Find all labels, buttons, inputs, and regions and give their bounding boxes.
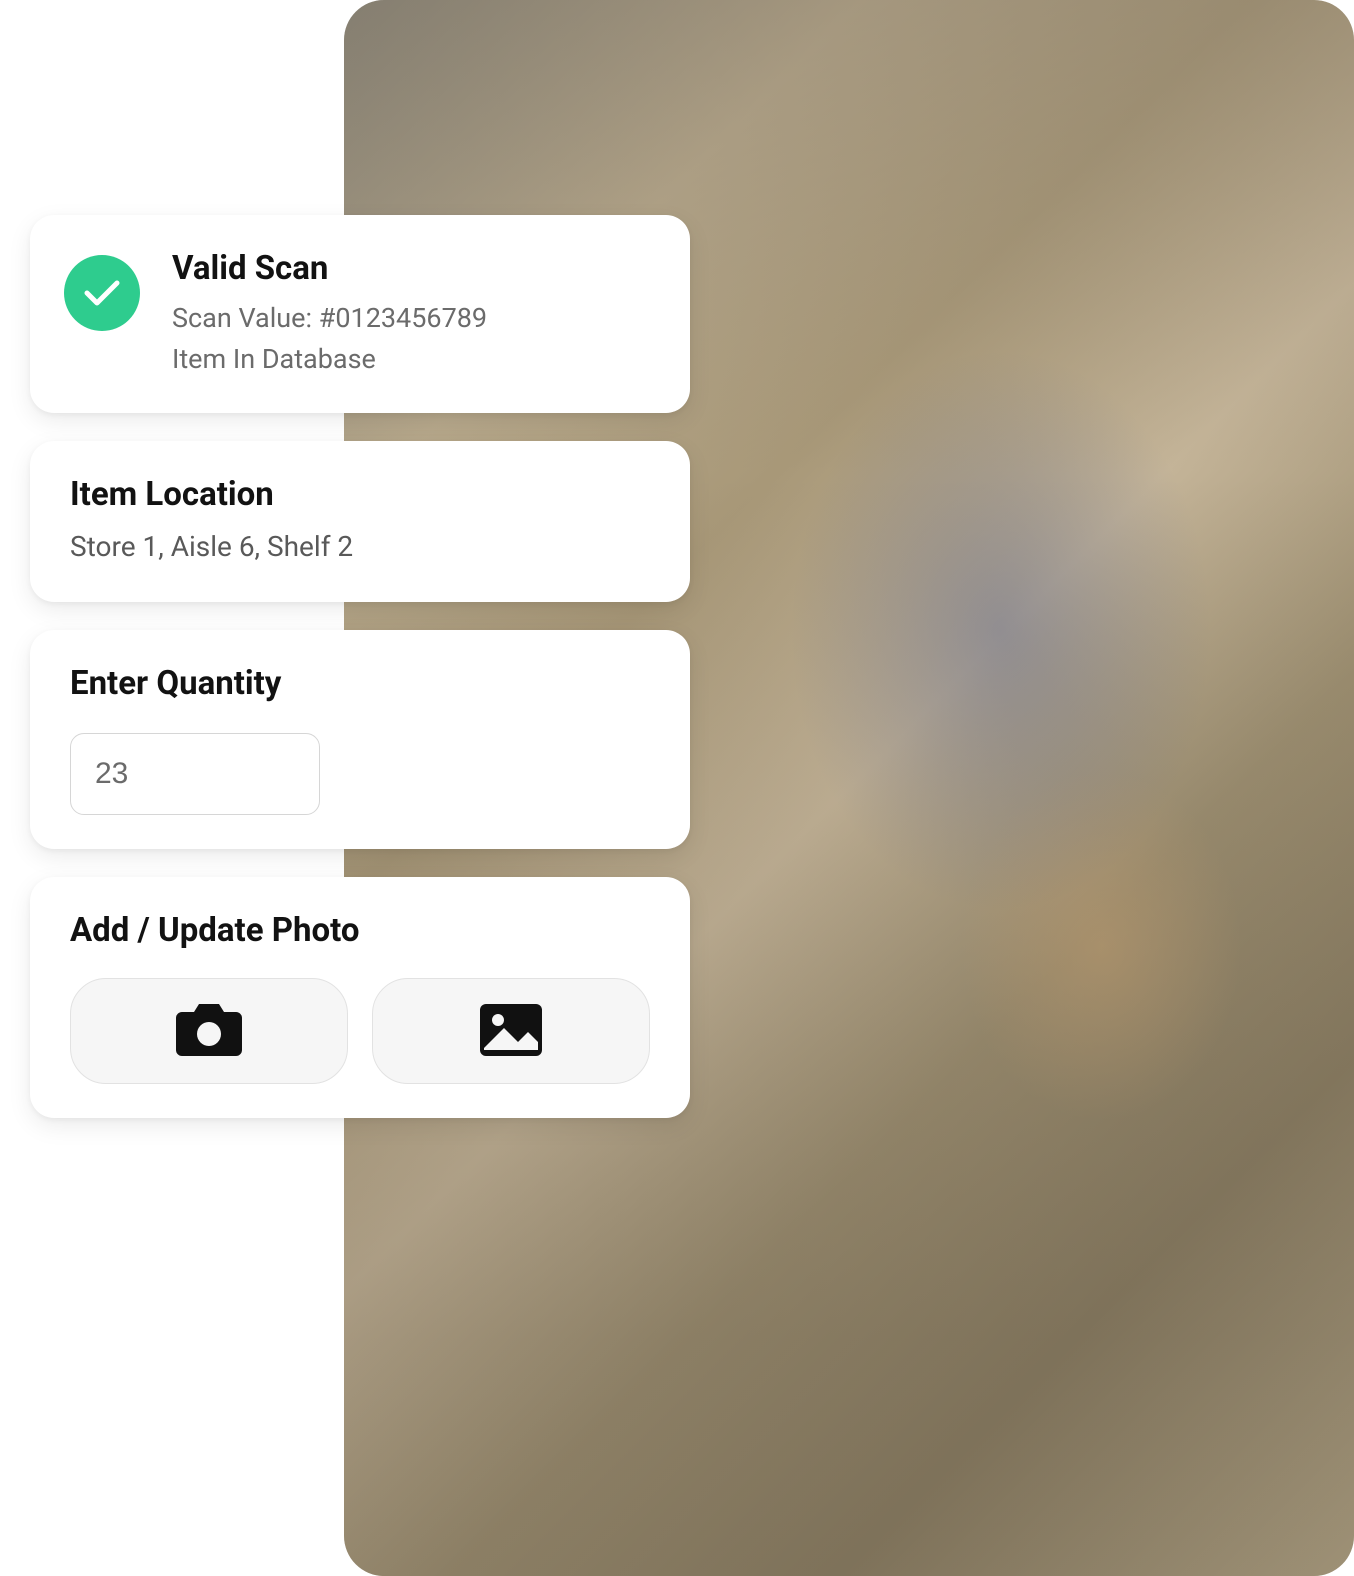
image-icon [478,1002,544,1061]
quantity-card: Enter Quantity [30,630,690,849]
cards-column: Valid Scan Scan Value: #0123456789 Item … [30,215,690,1118]
location-title: Item Location [70,475,650,514]
check-icon [64,255,140,331]
take-photo-button[interactable] [70,978,348,1084]
quantity-input[interactable] [70,733,320,815]
scan-value: Scan Value: #0123456789 [172,298,650,339]
valid-scan-card: Valid Scan Scan Value: #0123456789 Item … [30,215,690,413]
photo-buttons-row [70,978,650,1084]
location-value: Store 1, Aisle 6, Shelf 2 [70,526,650,568]
photo-card: Add / Update Photo [30,877,690,1118]
quantity-title: Enter Quantity [70,664,650,703]
photo-title: Add / Update Photo [70,911,650,950]
scan-text-block: Valid Scan Scan Value: #0123456789 Item … [172,249,650,379]
camera-icon [176,1002,242,1061]
scan-status: Item In Database [172,339,650,380]
choose-image-button[interactable] [372,978,650,1084]
item-location-card: Item Location Store 1, Aisle 6, Shelf 2 [30,441,690,602]
scan-title: Valid Scan [172,249,650,288]
